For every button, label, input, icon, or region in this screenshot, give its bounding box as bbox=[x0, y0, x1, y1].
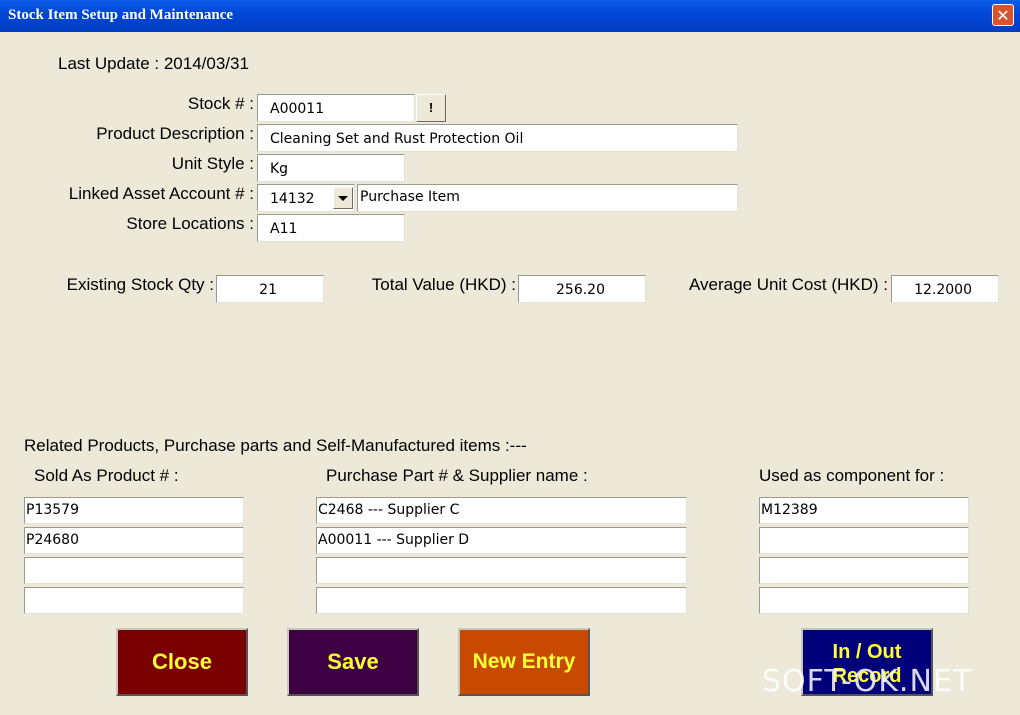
component-field[interactable] bbox=[759, 557, 969, 584]
sold-as-product-field[interactable] bbox=[24, 557, 244, 584]
related-heading: Related Products, Purchase parts and Sel… bbox=[24, 436, 527, 455]
purchase-part-field[interactable]: C2468 --- Supplier C bbox=[316, 497, 687, 524]
linked-asset-dropdown-button[interactable] bbox=[333, 187, 353, 209]
sold-as-product-label: Sold As Product # : bbox=[34, 466, 179, 485]
existing-stock-qty-label: Existing Stock Qty : bbox=[66, 275, 214, 294]
stock-label: Stock # : bbox=[187, 94, 254, 113]
chevron-down-icon bbox=[338, 196, 348, 201]
save-button[interactable]: Save bbox=[287, 628, 419, 696]
existing-stock-qty-field: 21 bbox=[216, 275, 324, 303]
close-button[interactable]: Close bbox=[116, 628, 248, 696]
close-icon[interactable]: ✕ bbox=[992, 4, 1014, 26]
component-field[interactable] bbox=[759, 587, 969, 614]
average-unit-cost-field: 12.2000 bbox=[891, 275, 999, 303]
sold-as-product-field[interactable] bbox=[24, 587, 244, 614]
average-unit-cost-label: Average Unit Cost (HKD) : bbox=[688, 275, 888, 294]
watermark: SOFT-OK.NET bbox=[762, 664, 973, 699]
purchase-part-label: Purchase Part # & Supplier name : bbox=[326, 466, 588, 485]
purchase-part-field[interactable] bbox=[316, 587, 687, 614]
title-bar: Stock Item Setup and Maintenance ✕ bbox=[0, 0, 1020, 32]
used-as-component-label: Used as component for : bbox=[759, 466, 945, 485]
purchase-part-field[interactable]: A00011 --- Supplier D bbox=[316, 527, 687, 554]
close-button-label: Close bbox=[152, 649, 212, 674]
total-value-field: 256.20 bbox=[518, 275, 646, 303]
store-locations-input[interactable]: A11 bbox=[257, 214, 405, 242]
unit-style-input[interactable]: Kg bbox=[257, 154, 405, 182]
stock-lookup-button[interactable]: ! bbox=[416, 94, 446, 122]
component-field[interactable] bbox=[759, 527, 969, 554]
stock-number-input[interactable]: A00011 bbox=[257, 94, 415, 122]
product-description-input[interactable]: Cleaning Set and Rust Protection Oil bbox=[257, 124, 738, 152]
component-field[interactable]: M12389 bbox=[759, 497, 969, 524]
product-description-label: Product Description : bbox=[96, 124, 254, 143]
store-locations-label: Store Locations : bbox=[126, 214, 254, 233]
new-entry-button[interactable]: New Entry bbox=[458, 628, 590, 696]
save-button-label: Save bbox=[327, 649, 379, 674]
window-title: Stock Item Setup and Maintenance bbox=[8, 7, 234, 23]
linked-asset-name-field[interactable]: Purchase Item bbox=[357, 184, 738, 212]
last-update: Last Update : 2014/03/31 bbox=[58, 54, 249, 73]
in-out-record-label-line1: In / Out bbox=[832, 641, 902, 663]
new-entry-button-label: New Entry bbox=[472, 650, 576, 673]
purchase-part-field[interactable] bbox=[316, 557, 687, 584]
total-value-label: Total Value (HKD) : bbox=[371, 275, 516, 294]
sold-as-product-field[interactable]: P13579 bbox=[24, 497, 244, 524]
unit-style-label: Unit Style : bbox=[171, 154, 254, 173]
linked-asset-account-label: Linked Asset Account # : bbox=[68, 184, 254, 203]
sold-as-product-field[interactable]: P24680 bbox=[24, 527, 244, 554]
